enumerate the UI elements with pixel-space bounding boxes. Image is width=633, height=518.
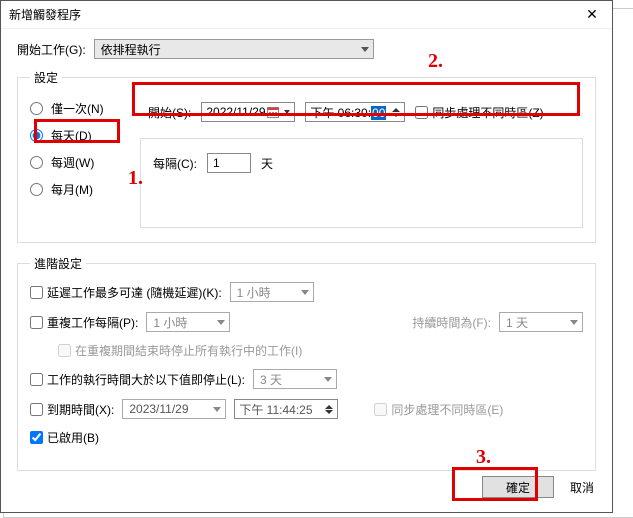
new-trigger-dialog: 新增觸發程序 ✕ 開始工作(G): 依排程執行 設定 僅一次(N) 每天(D) bbox=[0, 0, 613, 513]
start-row: 開始(S): 2022/11/29 下午 06:30:00 bbox=[140, 96, 583, 128]
repeat-dropdown[interactable]: 1 小時 bbox=[146, 312, 230, 332]
chevron-down-icon bbox=[213, 407, 221, 412]
begin-work-label: 開始工作(G): bbox=[17, 41, 86, 58]
stop-if-checkbox[interactable]: 工作的執行時間大於以下值即停止(L): bbox=[30, 371, 245, 388]
radio-monthly[interactable]: 每月(M) bbox=[30, 181, 122, 198]
stop-on-end-checkbox[interactable]: 在重複期間結束時停止所有執行中的工作(I) bbox=[58, 342, 583, 359]
radio-daily[interactable]: 每天(D) bbox=[30, 127, 122, 144]
time-spinner[interactable] bbox=[392, 108, 400, 117]
spinner-down-icon bbox=[392, 113, 400, 117]
enabled-checkbox[interactable]: 已啟用(B) bbox=[30, 429, 99, 446]
chevron-down-icon bbox=[301, 290, 309, 295]
advanced-group: 進階設定 延遲工作最多可達 (隨機延遲)(K): 1 小時 重複工作每隔(P):… bbox=[17, 255, 596, 471]
advanced-legend: 進階設定 bbox=[30, 255, 86, 272]
expire-time-input[interactable]: 下午 11:44:25 bbox=[234, 399, 338, 419]
settings-legend: 設定 bbox=[30, 69, 62, 86]
expire-checkbox[interactable]: 到期時間(X): bbox=[30, 401, 114, 418]
sync-tz-checkbox[interactable]: 同步處理不同時區(Z) bbox=[415, 104, 543, 121]
interval-unit: 天 bbox=[261, 155, 273, 172]
duration-label: 持續時間為(F): bbox=[412, 314, 491, 331]
recurrence-radios: 僅一次(N) 每天(D) 每週(W) 每月(M) bbox=[30, 96, 122, 198]
button-bar: 確定 取消 bbox=[482, 476, 594, 498]
settings-group: 設定 僅一次(N) 每天(D) 每週(W) 每月(M) bbox=[17, 69, 596, 243]
begin-work-dropdown[interactable]: 依排程執行 bbox=[94, 39, 374, 59]
stop-if-dropdown[interactable]: 3 天 bbox=[253, 369, 337, 389]
close-icon: ✕ bbox=[586, 6, 598, 23]
ok-button[interactable]: 確定 bbox=[482, 476, 554, 498]
expire-sync-checkbox[interactable]: 同步處理不同時區(E) bbox=[374, 401, 503, 418]
repeat-checkbox[interactable]: 重複工作每隔(P): bbox=[30, 314, 138, 331]
delay-dropdown[interactable]: 1 小時 bbox=[230, 282, 314, 302]
window-title: 新增觸發程序 bbox=[9, 6, 81, 23]
begin-work-value: 依排程執行 bbox=[101, 41, 161, 58]
start-time-value: 下午 06:30:00 bbox=[310, 104, 386, 121]
expire-date-input[interactable]: 2023/11/29 bbox=[122, 399, 226, 419]
recurrence-detail: 每隔(C): 1 天 bbox=[140, 138, 583, 228]
duration-dropdown[interactable]: 1 天 bbox=[499, 312, 583, 332]
chevron-down-icon bbox=[361, 47, 369, 52]
radio-weekly[interactable]: 每週(W) bbox=[30, 154, 122, 171]
chevron-down-icon bbox=[324, 377, 332, 382]
spinner-up-icon bbox=[325, 405, 333, 409]
start-date-value: 2022/11/29 bbox=[206, 105, 265, 119]
time-spinner[interactable] bbox=[325, 405, 333, 414]
chevron-down-icon bbox=[284, 110, 290, 114]
chevron-down-icon bbox=[570, 320, 578, 325]
titlebar: 新增觸發程序 ✕ bbox=[1, 1, 612, 29]
cancel-button[interactable]: 取消 bbox=[570, 476, 594, 498]
calendar-icon bbox=[266, 105, 280, 119]
interval-input[interactable]: 1 bbox=[207, 153, 251, 173]
chevron-down-icon bbox=[217, 320, 225, 325]
start-date-input[interactable]: 2022/11/29 bbox=[201, 102, 295, 122]
spinner-down-icon bbox=[325, 410, 333, 414]
start-label: 開始(S): bbox=[148, 104, 191, 121]
start-time-input[interactable]: 下午 06:30:00 bbox=[305, 102, 405, 122]
close-button[interactable]: ✕ bbox=[572, 1, 612, 29]
spinner-up-icon bbox=[392, 108, 400, 112]
interval-label: 每隔(C): bbox=[153, 155, 197, 172]
radio-once[interactable]: 僅一次(N) bbox=[30, 100, 122, 117]
delay-checkbox[interactable]: 延遲工作最多可達 (隨機延遲)(K): bbox=[30, 284, 222, 301]
